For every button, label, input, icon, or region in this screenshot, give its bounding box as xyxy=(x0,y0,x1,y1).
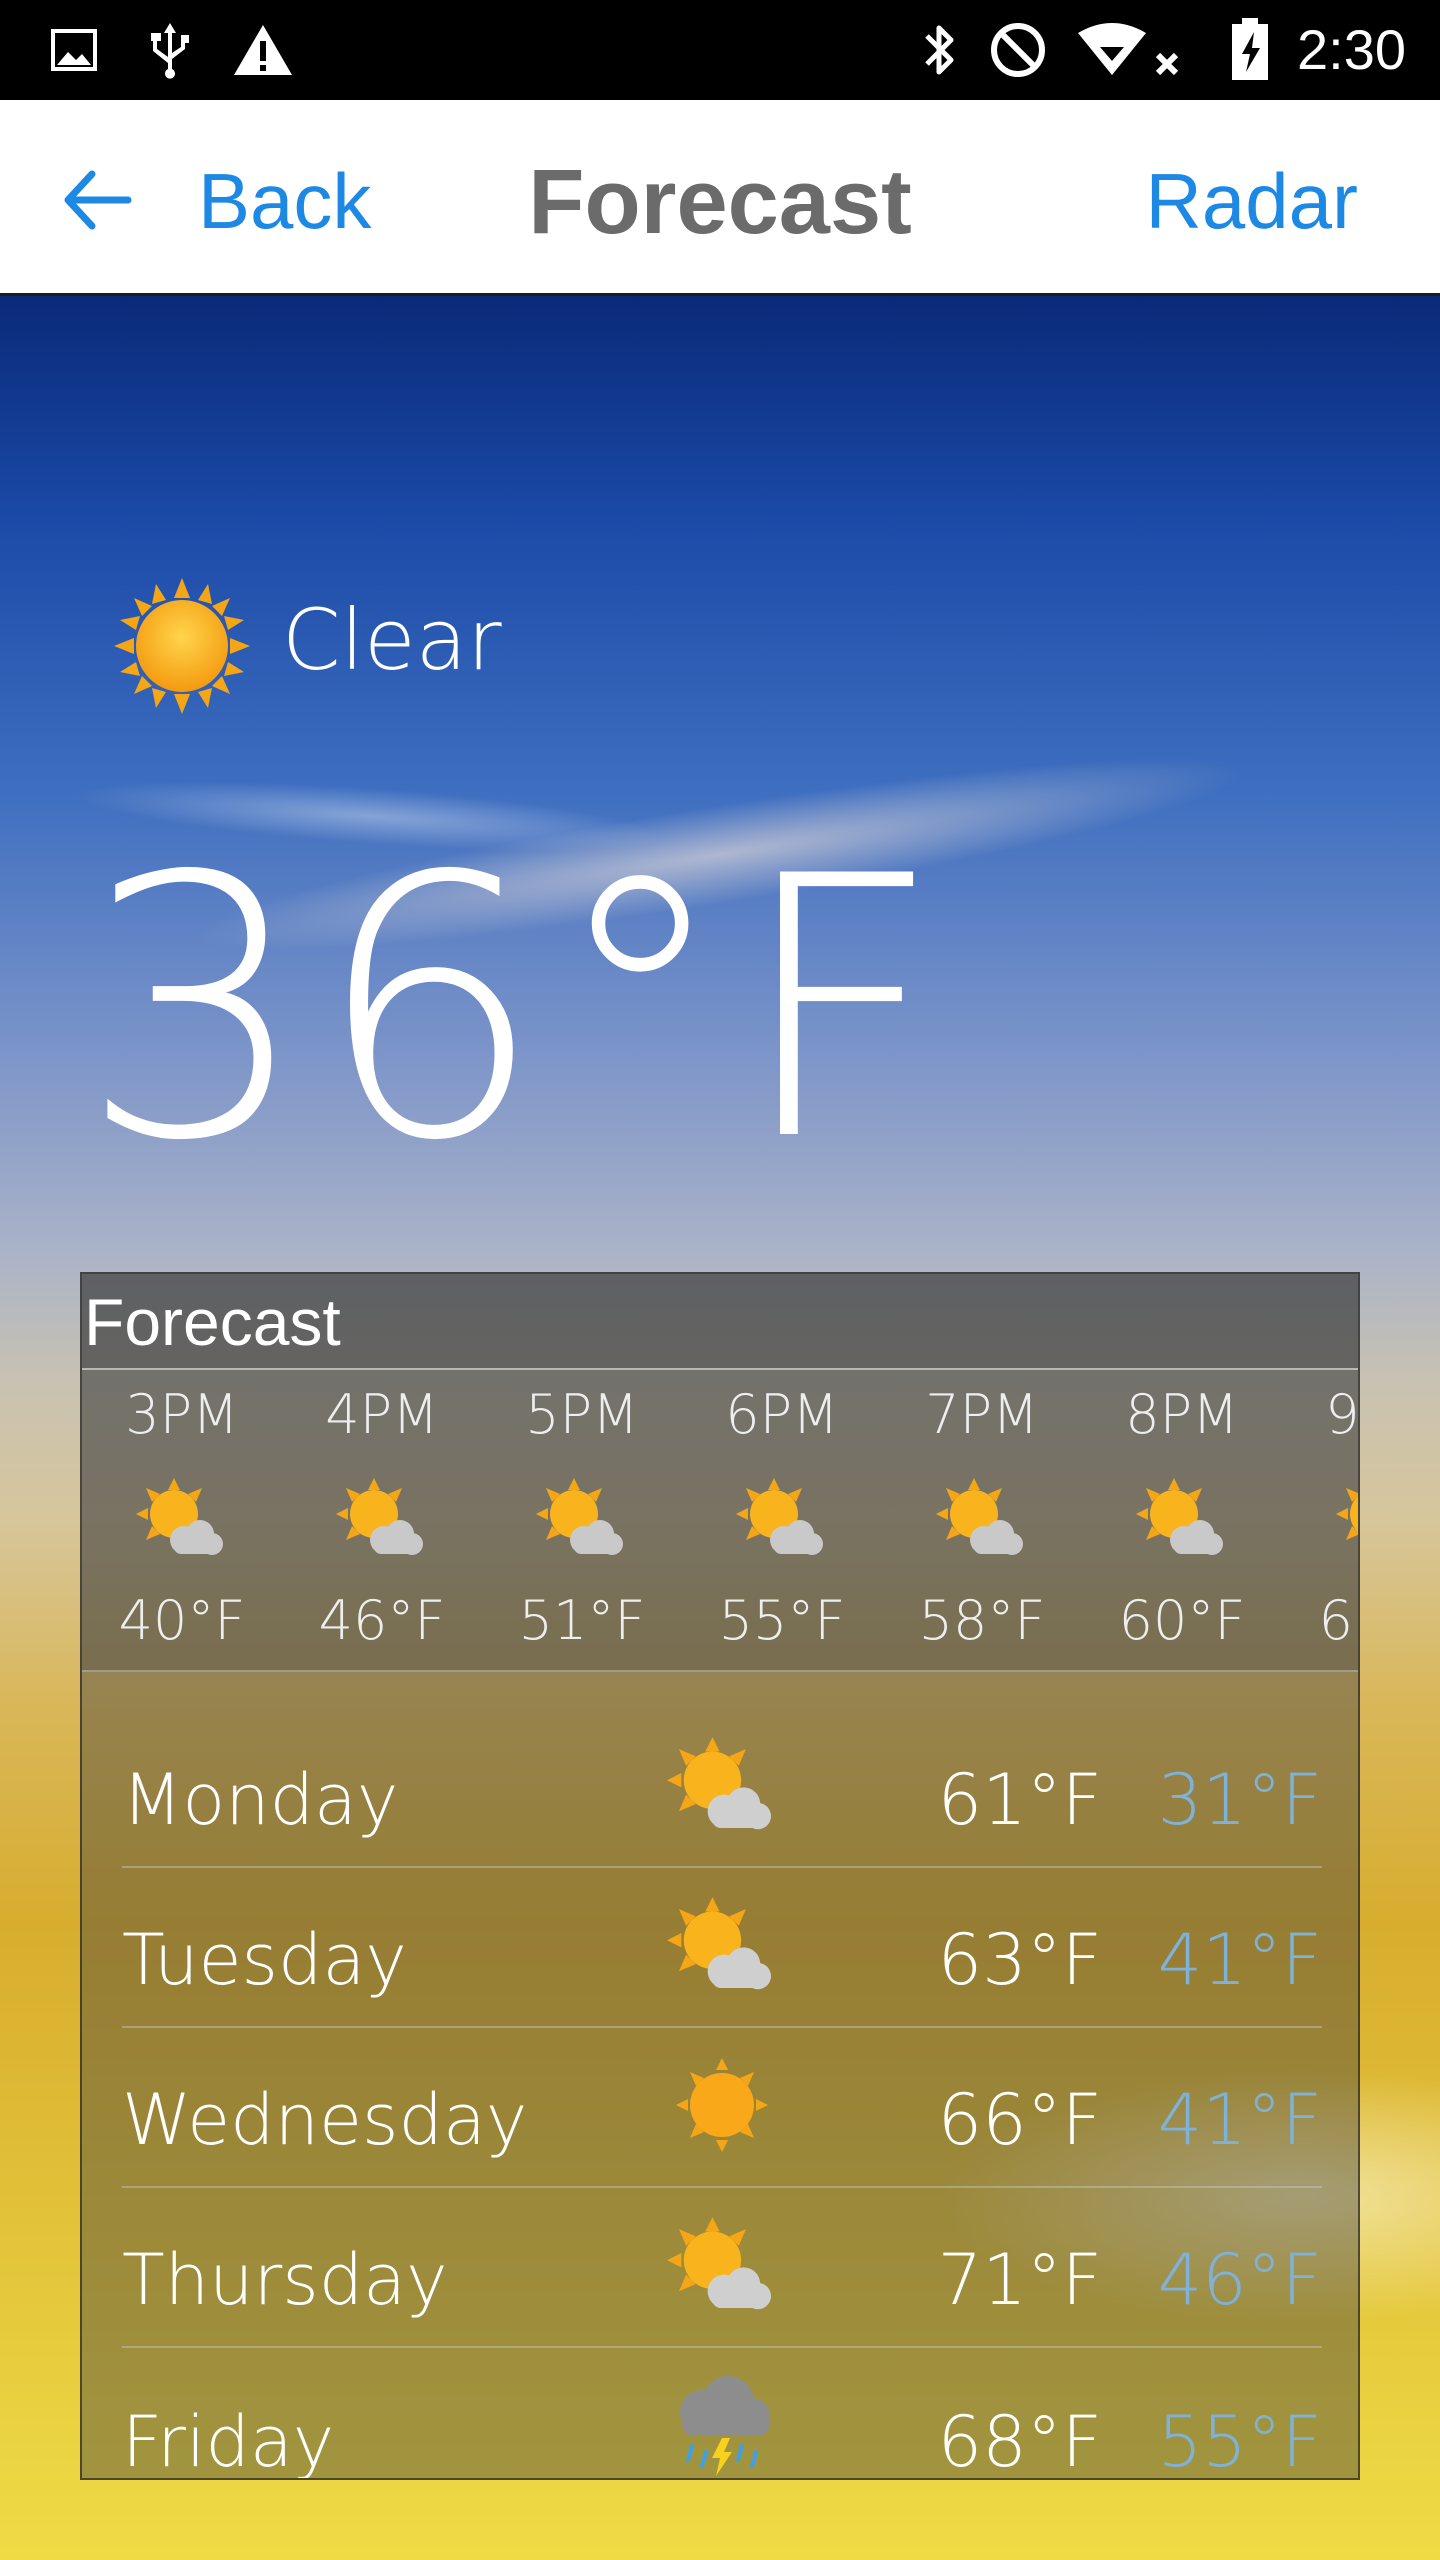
radar-button[interactable]: Radar xyxy=(1146,156,1358,246)
hour-time: 9PM xyxy=(1325,1383,1358,1446)
partly-sunny-icon xyxy=(662,1890,782,2000)
partly-sunny-icon xyxy=(732,1470,832,1570)
current-condition: Clear xyxy=(282,591,502,689)
day-name: Monday xyxy=(122,1759,399,1841)
partly-sunny-icon xyxy=(932,1470,1032,1570)
hour-time: 3PM xyxy=(125,1383,239,1446)
clock-time: 2:30 xyxy=(1297,18,1406,81)
hour-time: 5PM xyxy=(525,1383,639,1446)
hour-temp: 40°F xyxy=(118,1589,246,1652)
hourly-item: 3PM 40°F xyxy=(82,1370,282,1670)
day-high-temp: 71°F xyxy=(937,2239,1102,2321)
day-high-temp: 63°F xyxy=(937,1919,1102,2001)
hourly-item: 8PM 60°F xyxy=(1082,1370,1282,1670)
day-low-temp: 55°F xyxy=(1157,2401,1322,2480)
hour-time: 8PM xyxy=(1125,1383,1239,1446)
daily-forecast-row[interactable]: Monday 61°F 31°F xyxy=(122,1672,1322,1868)
hour-temp: 55°F xyxy=(718,1589,846,1652)
hour-temp: 60°F xyxy=(1118,1589,1246,1652)
partly-sunny-icon xyxy=(662,2210,782,2320)
hour-time: 6PM xyxy=(725,1383,839,1446)
partly-sunny-icon xyxy=(332,1470,432,1570)
hour-time: 7PM xyxy=(925,1383,1039,1446)
sun-icon xyxy=(112,576,252,716)
partly-sunny-icon xyxy=(1332,1470,1358,1570)
daily-forecast-list[interactable]: Monday 61°F 31°F Tuesday 63°F 41°F Wedne… xyxy=(122,1672,1322,2480)
day-name: Thursday xyxy=(122,2239,448,2321)
forecast-panel: Forecast 3PM 40°F 4PM 46°F 5PM 51°F 6PM xyxy=(80,1272,1360,2480)
partly-sunny-icon xyxy=(532,1470,632,1570)
hour-temp: 58°F xyxy=(918,1589,1046,1652)
day-low-temp: 41°F xyxy=(1157,1919,1322,2001)
current-temperature: 36°F xyxy=(80,800,950,1219)
daily-forecast-row[interactable]: Friday 68°F 55°F xyxy=(122,2348,1322,2480)
image-icon xyxy=(46,22,102,78)
thunderstorm-icon xyxy=(662,2372,782,2478)
daily-forecast-row[interactable]: Tuesday 63°F 41°F xyxy=(122,1868,1322,2028)
hourly-item: 5PM 51°F xyxy=(482,1370,682,1670)
do-not-disturb-icon xyxy=(986,22,1050,78)
hourly-forecast-strip[interactable]: 3PM 40°F 4PM 46°F 5PM 51°F 6PM 55°F 7PM … xyxy=(82,1370,1358,1672)
bluetooth-icon xyxy=(914,22,964,78)
sun-icon xyxy=(662,2050,782,2160)
day-name: Tuesday xyxy=(122,1919,407,2001)
hour-temp: 61°F xyxy=(1318,1589,1358,1652)
day-low-temp: 46°F xyxy=(1157,2239,1322,2321)
usb-icon xyxy=(140,22,200,79)
hour-time: 4PM xyxy=(325,1383,439,1446)
partly-sunny-icon xyxy=(662,1730,782,1840)
hourly-item: 4PM 46°F xyxy=(282,1370,482,1670)
hourly-item: 6PM 55°F xyxy=(682,1370,882,1670)
day-high-temp: 68°F xyxy=(937,2401,1102,2480)
day-name: Friday xyxy=(122,2401,335,2480)
daily-forecast-row[interactable]: Wednesday 66°F 41°F xyxy=(122,2028,1322,2188)
daily-forecast-row[interactable]: Thursday 71°F 46°F xyxy=(122,2188,1322,2348)
partly-sunny-icon xyxy=(1132,1470,1232,1570)
warning-icon xyxy=(228,22,298,78)
wifi-icon xyxy=(1072,22,1192,78)
top-navigation-bar: Back Forecast Radar xyxy=(0,100,1440,296)
battery-charging-icon xyxy=(1228,18,1272,80)
hourly-item: 7PM 58°F xyxy=(882,1370,1082,1670)
hour-temp: 51°F xyxy=(518,1589,646,1652)
forecast-header: Forecast xyxy=(82,1274,1358,1370)
day-high-temp: 66°F xyxy=(937,2079,1102,2161)
day-name: Wednesday xyxy=(122,2079,528,2161)
status-bar: 2:30 xyxy=(0,0,1440,100)
hour-temp: 46°F xyxy=(318,1589,446,1652)
partly-sunny-icon xyxy=(132,1470,232,1570)
hourly-item: 9PM 61°F xyxy=(1282,1370,1358,1670)
day-high-temp: 61°F xyxy=(937,1759,1102,1841)
day-low-temp: 31°F xyxy=(1157,1759,1322,1841)
day-low-temp: 41°F xyxy=(1157,2079,1322,2161)
forecast-title: Forecast xyxy=(84,1285,341,1359)
